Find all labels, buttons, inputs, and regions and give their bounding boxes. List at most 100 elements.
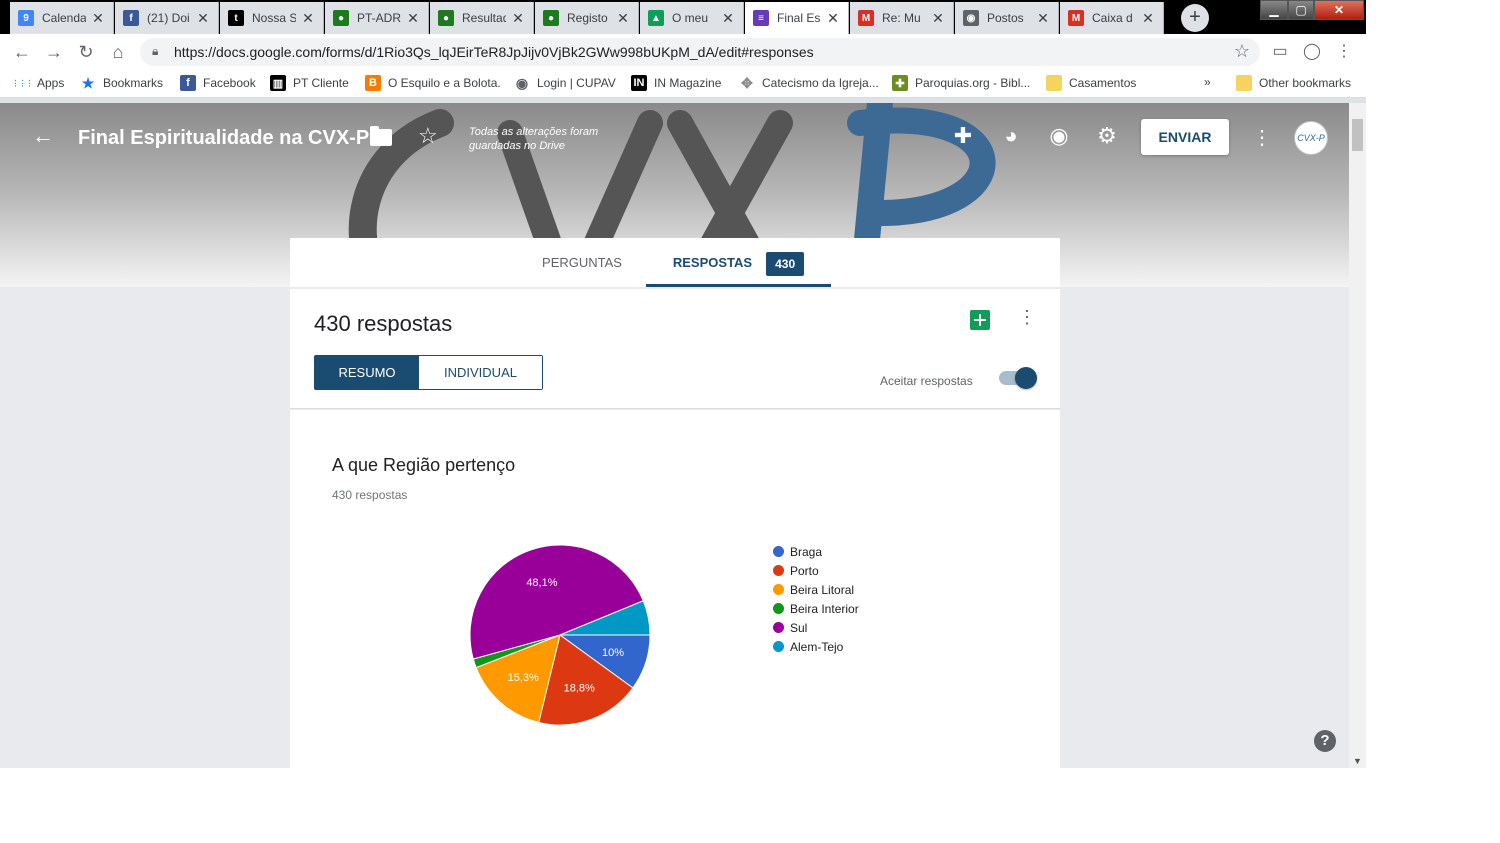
pt-cliente-icon: ▥ (270, 75, 286, 91)
preview-eye-icon[interactable]: ◉ (1046, 123, 1072, 149)
close-tab-icon[interactable]: ✕ (511, 10, 525, 27)
url-text[interactable]: https://docs.google.com/forms/d/1Rio3Qs_… (174, 44, 814, 60)
catecismo-icon: ✥ (741, 74, 753, 91)
legend-label: Sul (790, 620, 808, 635)
tab-strip: 9 Calendar ✕ f (21) Doi ✕ t Nossa S ✕ ● PT-ADR ✕ ● Re… (0, 0, 1366, 34)
bookmark-item[interactable]: ◉ Login | CUPAV (514, 75, 616, 91)
browser-tab[interactable]: M Re: Mu ✕ (850, 2, 954, 34)
close-window-button[interactable]: ✕ (1314, 0, 1364, 20)
address-bar[interactable]: 🔒︎ https://docs.google.com/forms/d/1Rio3… (140, 38, 1260, 66)
tab-responses[interactable]: RESPOSTAS 430 (646, 238, 831, 287)
form-title[interactable]: Final Espiritualidade na CVX-P (78, 127, 369, 150)
minimize-button[interactable]: ▁ (1260, 0, 1288, 20)
close-tab-icon[interactable]: ✕ (616, 10, 630, 27)
summary-button[interactable]: RESUMO (315, 356, 419, 389)
bookmark-item[interactable]: B O Esquilo e a Bolota. (365, 75, 501, 91)
facebook-icon: f (180, 75, 196, 91)
question-title: A que Região pertenço (332, 455, 516, 475)
palette-icon[interactable]: ◕ (998, 123, 1024, 149)
bookmark-item[interactable]: ★ Bookmarks (80, 75, 163, 91)
browser-tab[interactable]: ◉ Postos ✕ (955, 2, 1059, 34)
browser-tab[interactable]: M Caixa d ✕ (1060, 2, 1164, 34)
browser-tab[interactable]: ≡ Final Es ✕ (745, 2, 849, 34)
help-icon[interactable]: ? (1314, 730, 1336, 752)
back-arrow-icon[interactable]: ← (32, 123, 54, 149)
close-tab-icon[interactable]: ✕ (91, 10, 105, 27)
bookmark-item[interactable]: ⋮⋮⋮ Apps (12, 75, 65, 91)
browser-tab[interactable]: t Nossa S ✕ (220, 2, 324, 34)
star-icon[interactable]: ☆ (418, 123, 438, 149)
close-tab-icon[interactable]: ✕ (301, 10, 315, 27)
bookmark-item[interactable]: IN IN Magazine (631, 75, 721, 91)
maximize-button[interactable]: ▢ (1288, 0, 1314, 20)
bookmark-label: » (1204, 75, 1211, 89)
responses-summary-card: 430 respostas ⋮ RESUMO INDIVIDUAL Aceita… (290, 289, 1060, 409)
page-scrollbar[interactable]: ▼ (1349, 103, 1366, 768)
home-icon[interactable]: ⌂ (106, 40, 130, 64)
bookmark-label: Bookmarks (103, 76, 164, 90)
close-tab-icon[interactable]: ✕ (931, 10, 945, 27)
close-tab-icon[interactable]: ✕ (1036, 10, 1050, 27)
folder-icon[interactable] (370, 126, 392, 146)
sheets-icon[interactable] (970, 310, 990, 330)
bookmark-item[interactable]: ▥ PT Cliente (270, 75, 349, 91)
tab-responses-label: RESPOSTAS (672, 255, 753, 270)
browser-tab[interactable]: ▲ O meu ✕ (640, 2, 744, 34)
close-tab-icon[interactable]: ✕ (721, 10, 735, 27)
close-tab-icon[interactable]: ✕ (196, 10, 210, 27)
legend-swatch (773, 565, 784, 576)
new-tab-button[interactable]: + (1181, 4, 1209, 32)
question-summary-card: A que Região pertenço 430 respostas 10% 1… (290, 410, 1060, 768)
close-tab-icon[interactable]: ✕ (826, 10, 840, 27)
bookmark-label: Paroquias.org - Bibl... (915, 76, 1031, 90)
avatar[interactable]: CVX-P (1294, 121, 1328, 155)
back-icon[interactable]: ← (10, 40, 34, 64)
cast-icon[interactable]: ▭ (1268, 40, 1292, 64)
browser-tab-label: Resultad (462, 11, 506, 25)
send-button[interactable]: ENVIAR (1141, 119, 1229, 155)
chart-legend: Braga Porto Beira Litoral Beira Interior Sul… (773, 542, 859, 656)
browser-tab[interactable]: 9 Calendar ✕ (10, 2, 114, 34)
profile-icon[interactable]: ◯ (1300, 40, 1324, 64)
scroll-down-icon[interactable]: ▼ (1353, 756, 1362, 766)
browser-tab[interactable]: ● Registo ✕ (535, 2, 639, 34)
bookmark-label: Casamentos (1069, 76, 1137, 90)
more-options-icon[interactable]: ⋮ (1252, 125, 1272, 150)
legend-item: Porto (773, 561, 859, 580)
bookmark-label: Login | CUPAV (537, 76, 616, 90)
scroll-thumb[interactable] (1352, 119, 1363, 151)
browser-window: 9 Calendar ✕ f (21) Doi ✕ t Nossa S ✕ ● PT-ADR ✕ ● Re… (0, 0, 1366, 768)
bookmark-item[interactable]: » (1204, 75, 1211, 89)
bookmark-item[interactable]: f Facebook (180, 75, 256, 91)
calendar-icon: 9 (18, 10, 34, 26)
bookmark-item[interactable]: Casamentos (1046, 75, 1136, 91)
browser-menu-icon[interactable]: ⋮ (1332, 40, 1356, 64)
browser-tab-label: Final Es (777, 11, 821, 25)
reload-icon[interactable]: ↻ (74, 40, 98, 64)
tab-questions[interactable]: PERGUNTAS (520, 238, 644, 287)
forms-page: ← Final Espiritualidade na CVX-P ☆ Todas… (0, 103, 1349, 768)
addons-icon[interactable]: ✚ (950, 123, 976, 149)
accept-responses-toggle[interactable] (999, 367, 1037, 389)
bookmark-star-icon[interactable]: ☆ (1234, 41, 1250, 62)
browser-tab-label: Registo (567, 11, 608, 25)
legend-label: Porto (790, 563, 819, 578)
settings-gear-icon[interactable]: ⚙ (1094, 123, 1120, 149)
browser-tab-label: Postos (987, 11, 1024, 25)
browser-tab[interactable]: f (21) Doi ✕ (115, 2, 219, 34)
individual-button[interactable]: INDIVIDUAL (419, 356, 542, 389)
bookmark-item[interactable]: Other bookmarks (1236, 75, 1351, 91)
more-options-icon[interactable]: ⋮ (1018, 307, 1036, 328)
bookmark-item[interactable]: ✥ Catecismo da Igreja... (739, 75, 879, 91)
pt-icon: ● (543, 10, 559, 26)
forward-icon[interactable]: → (42, 40, 66, 64)
close-tab-icon[interactable]: ✕ (406, 10, 420, 27)
blogger-icon: B (365, 75, 381, 91)
close-tab-icon[interactable]: ✕ (1141, 10, 1155, 27)
legend-item: Beira Litoral (773, 580, 859, 599)
browser-tab[interactable]: ● PT-ADR ✕ (325, 2, 429, 34)
browser-tab[interactable]: ● Resultad ✕ (430, 2, 534, 34)
bookmark-item[interactable]: ✚ Paroquias.org - Bibl... (892, 75, 1030, 91)
in-magazine-icon: IN (631, 75, 647, 91)
legend-label: Braga (790, 544, 823, 559)
